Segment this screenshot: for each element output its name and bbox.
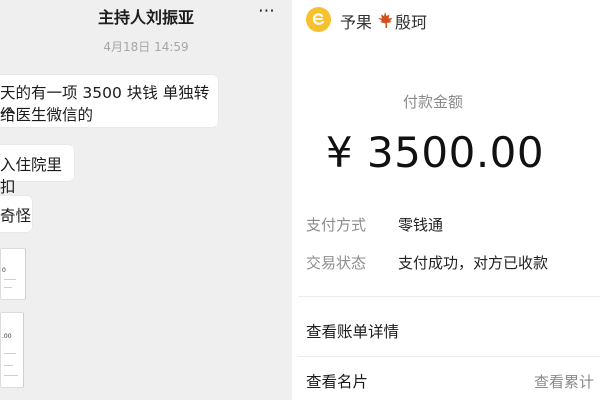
view-cumulative-link[interactable]: 查看累计: [534, 371, 594, 392]
chat-panel: 主持人刘振亚 ⋯ 4月18日 14:59 天的有一项 3500 块钱 单独转给 …: [0, 0, 292, 400]
message-text: 入住院里扣: [0, 156, 63, 196]
message-timestamp: 4月18日 14:59: [103, 40, 189, 54]
thumbnail-text: .00: [2, 333, 12, 340]
payment-method-value: 零钱通: [398, 216, 444, 234]
payment-receipt: 予果 殷珂 付款金额 ¥ 3500.00 支付方式 零钱通 交易状态 支付成功，…: [298, 0, 600, 400]
thumbnail-text: 0: [2, 267, 6, 274]
image-message-thumbnail[interactable]: 0: [0, 248, 26, 300]
message-text-line: 个医生微信的: [0, 106, 94, 124]
image-message-thumbnail[interactable]: .00: [0, 312, 24, 388]
view-business-card-link[interactable]: 查看名片: [306, 370, 368, 392]
chat-title: 主持人刘振亚: [97, 8, 194, 27]
avatar-swirl-icon: [312, 13, 325, 25]
merchant-avatar: [306, 7, 331, 32]
maple-leaf-icon: [378, 12, 393, 28]
view-bill-details-link[interactable]: 查看账单详情: [306, 320, 399, 342]
merchant-name: 予果: [340, 13, 373, 32]
transaction-status-label: 交易状态: [306, 254, 367, 272]
more-options-icon[interactable]: ⋯: [258, 1, 276, 21]
payment-amount: ¥ 3500.00: [325, 128, 545, 177]
message-bubble[interactable]: 天的有一项 3500 块钱 单独转给 个医生微信的: [0, 75, 218, 127]
transaction-status-value: 支付成功，对方已收款: [398, 254, 549, 272]
payment-method-label: 支付方式: [306, 216, 367, 234]
merchant-name-suffix: 殷珂: [395, 13, 428, 32]
divider: [298, 356, 600, 357]
amount-label: 付款金额: [402, 93, 463, 111]
message-bubble[interactable]: 入住院里扣: [0, 145, 74, 196]
message-bubble[interactable]: 奇怪: [0, 196, 32, 232]
divider: [298, 296, 600, 297]
message-text: 奇怪: [0, 207, 32, 225]
